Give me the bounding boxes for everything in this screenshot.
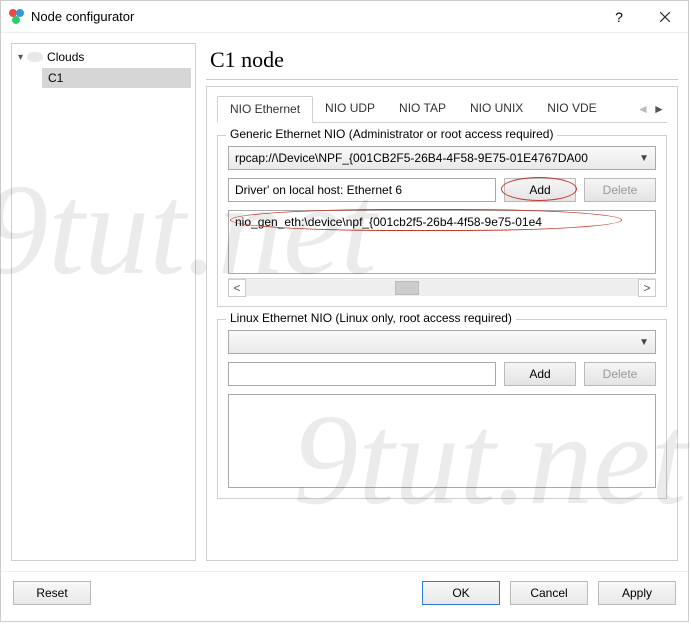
dropdown-arrow-icon: ▼	[639, 337, 649, 348]
generic-name-value: Driver' on local host: Ethernet 6	[235, 183, 402, 197]
linux-add-button[interactable]: Add	[504, 362, 576, 386]
scroll-thumb[interactable]	[395, 281, 419, 295]
linux-device-dropdown[interactable]: ▼	[228, 330, 656, 354]
generic-add-button[interactable]: Add	[504, 178, 576, 202]
linux-nio-listbox[interactable]	[228, 394, 656, 488]
chevron-down-icon[interactable]: ▾	[18, 52, 23, 63]
scroll-track[interactable]	[246, 280, 638, 296]
apply-button[interactable]: Apply	[598, 581, 676, 605]
tab-nio-unix[interactable]: NIO UNIX	[458, 96, 535, 121]
window-title: Node configurator	[31, 9, 134, 24]
title-bar: Node configurator ?	[1, 1, 688, 33]
tree-panel[interactable]: ▾ Clouds C1	[11, 43, 196, 561]
close-button[interactable]	[642, 1, 688, 32]
generic-nio-listbox[interactable]: nio_gen_eth:\device\npf_{001cb2f5-26b4-4…	[228, 210, 656, 274]
dropdown-arrow-icon: ▼	[639, 153, 649, 164]
tab-nio-udp[interactable]: NIO UDP	[313, 96, 387, 121]
generic-delete-button[interactable]: Delete	[584, 178, 656, 202]
generic-list-item[interactable]: nio_gen_eth:\device\npf_{001cb2f5-26b4-4…	[235, 215, 542, 229]
horizontal-scrollbar[interactable]: < >	[228, 278, 656, 296]
page-title: C1 node	[206, 43, 678, 80]
tab-scroll-right-icon[interactable]: ►	[651, 99, 667, 119]
linux-ethernet-group: Linux Ethernet NIO (Linux only, root acc…	[217, 319, 667, 499]
generic-group-title: Generic Ethernet NIO (Administrator or r…	[226, 127, 557, 141]
help-button[interactable]: ?	[596, 1, 642, 32]
tree-item-label: C1	[48, 71, 63, 85]
tree-root-label: Clouds	[47, 50, 84, 64]
config-box: NIO Ethernet NIO UDP NIO TAP NIO UNIX NI…	[206, 86, 678, 561]
cloud-icon	[27, 52, 43, 62]
app-icon	[9, 9, 25, 25]
generic-ethernet-group: Generic Ethernet NIO (Administrator or r…	[217, 135, 667, 307]
tree-root-clouds[interactable]: ▾ Clouds	[16, 48, 191, 66]
tab-nio-vde[interactable]: NIO VDE	[535, 96, 608, 121]
tab-scroll-left-icon[interactable]: ◄	[635, 99, 651, 119]
tab-nio-tap[interactable]: NIO TAP	[387, 96, 458, 121]
scroll-left-icon[interactable]: <	[228, 279, 246, 297]
cancel-button[interactable]: Cancel	[510, 581, 588, 605]
generic-name-input[interactable]: Driver' on local host: Ethernet 6	[228, 178, 496, 202]
linux-delete-button[interactable]: Delete	[584, 362, 656, 386]
scroll-right-icon[interactable]: >	[638, 279, 656, 297]
linux-group-title: Linux Ethernet NIO (Linux only, root acc…	[226, 311, 516, 325]
tree-item-c1[interactable]: C1	[42, 68, 191, 88]
dialog-footer: Reset OK Cancel Apply	[1, 571, 688, 613]
tabs-row: NIO Ethernet NIO UDP NIO TAP NIO UNIX NI…	[217, 95, 667, 123]
generic-dropdown-value: rpcap://\Device\NPF_{001CB2F5-26B4-4F58-…	[235, 151, 588, 165]
linux-name-input[interactable]	[228, 362, 496, 386]
ok-button[interactable]: OK	[422, 581, 500, 605]
tab-nio-ethernet[interactable]: NIO Ethernet	[217, 96, 313, 123]
generic-device-dropdown[interactable]: rpcap://\Device\NPF_{001CB2F5-26B4-4F58-…	[228, 146, 656, 170]
reset-button[interactable]: Reset	[13, 581, 91, 605]
